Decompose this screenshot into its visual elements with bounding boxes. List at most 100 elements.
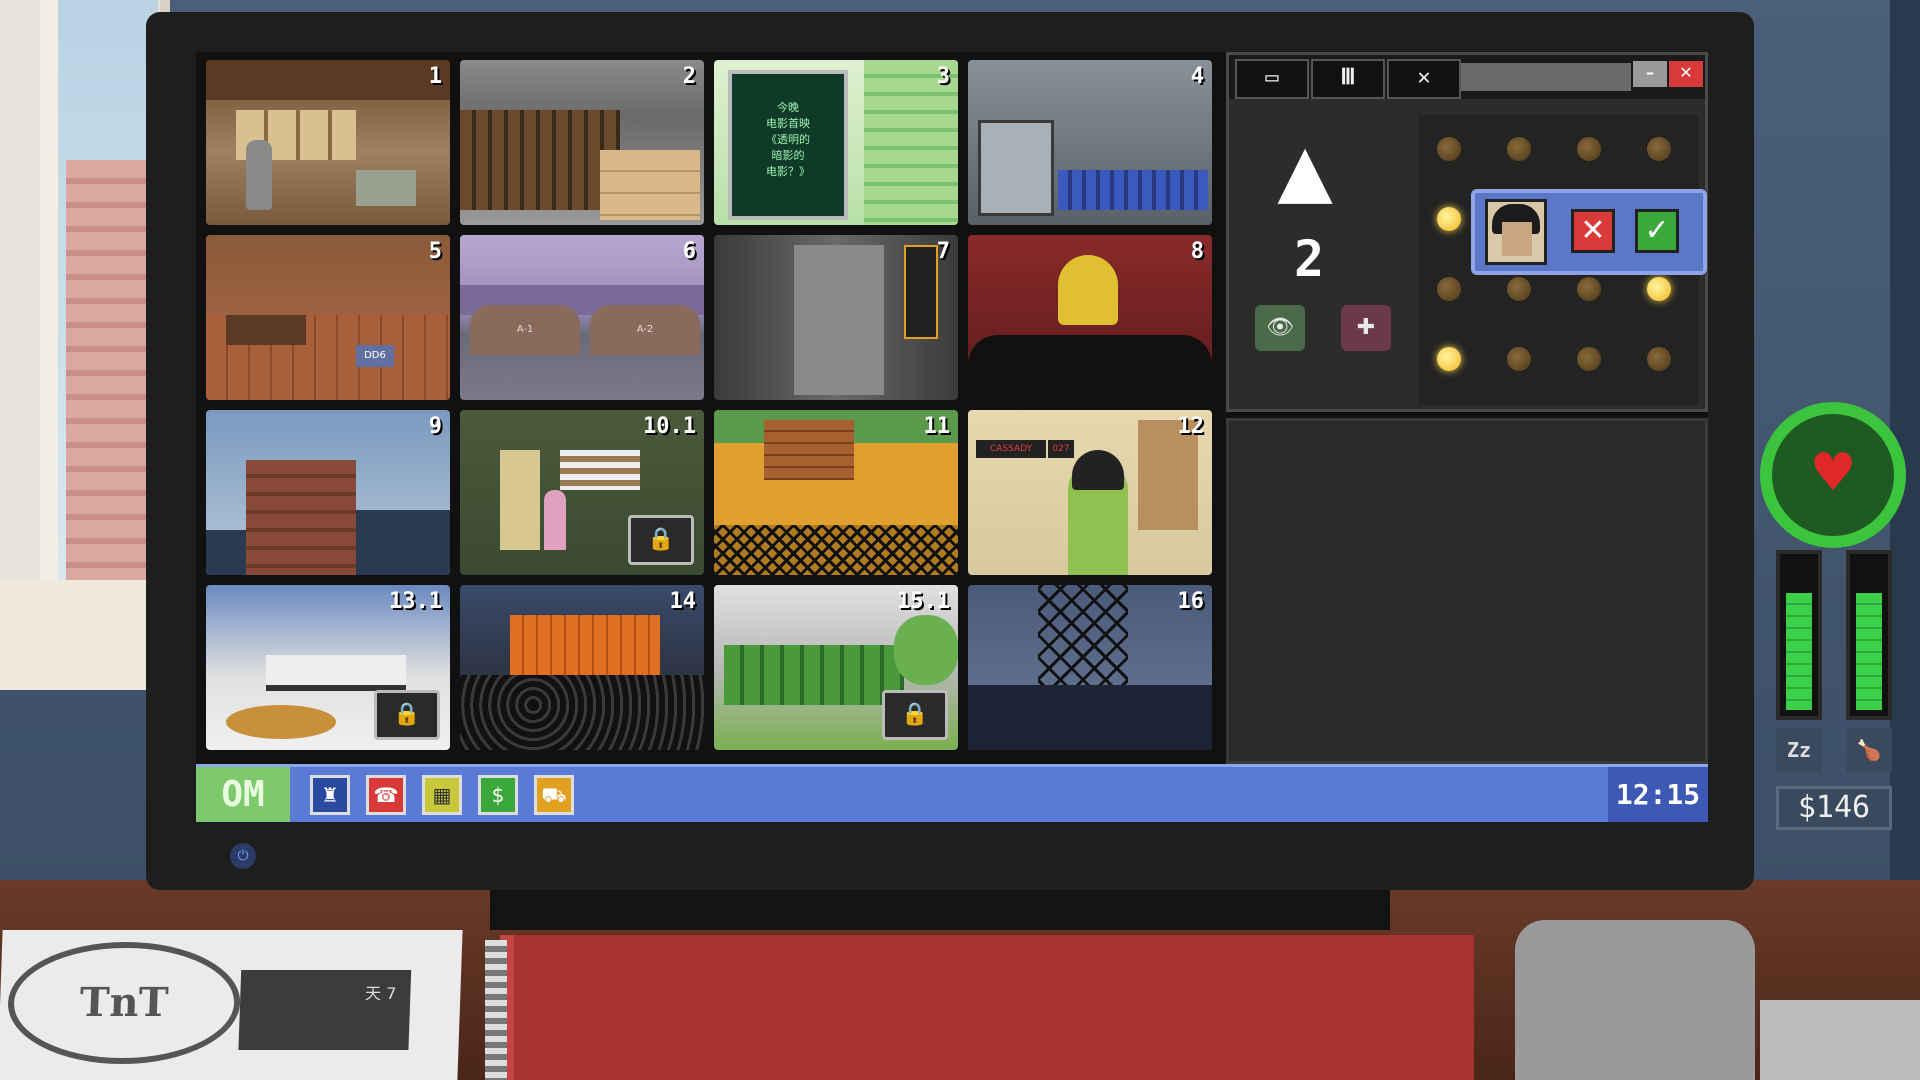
screen: 1 2 今晚 电影首映 《透明的 暗影的 电影？》 3 4 DD6 5 A-1 … bbox=[196, 52, 1708, 822]
camera-14[interactable]: 14 bbox=[460, 585, 704, 750]
food-bar bbox=[1846, 550, 1892, 720]
camera-number: 9 bbox=[428, 414, 442, 439]
brick-building bbox=[246, 460, 356, 575]
camera-9[interactable]: 9 bbox=[206, 410, 450, 575]
office-desk bbox=[226, 315, 306, 345]
telephone[interactable] bbox=[1515, 920, 1755, 1080]
camera-number: 5 bbox=[428, 239, 442, 264]
start-button[interactable]: OM bbox=[196, 767, 290, 822]
room-window bbox=[0, 0, 170, 690]
minimize-button[interactable]: – bbox=[1633, 61, 1667, 87]
member-slot bbox=[1577, 277, 1601, 301]
power-button-icon[interactable]: ⏻ bbox=[230, 843, 256, 869]
shop-app-icon[interactable]: ⛟ bbox=[534, 775, 574, 815]
old-woman bbox=[544, 490, 566, 550]
camera-7[interactable]: 7 bbox=[714, 235, 958, 400]
camera-4[interactable]: 4 bbox=[968, 60, 1212, 225]
eye-button[interactable]: 👁 bbox=[1255, 305, 1305, 351]
notebook-spiral bbox=[485, 940, 507, 1080]
member-slot bbox=[1437, 207, 1461, 231]
skyline bbox=[206, 530, 246, 575]
shelf bbox=[560, 450, 640, 490]
camera-number: 1 bbox=[428, 64, 442, 89]
camera-16[interactable]: 16 bbox=[968, 585, 1212, 750]
money-display: $146 bbox=[1776, 786, 1892, 830]
clock: 12:15 bbox=[1608, 767, 1708, 822]
camera-10-1[interactable]: 🔒 10.1 bbox=[460, 410, 704, 575]
camera-number: 8 bbox=[1190, 239, 1204, 264]
camera-number: 16 bbox=[1177, 589, 1205, 614]
newspaper[interactable]: TnT 天 7 bbox=[0, 930, 463, 1080]
cult-panel: ▭ Ⅲ ✕ – ✕ ▲ 2 👁 ✚ ✕ ✓ bbox=[1226, 52, 1708, 412]
sign-box: DD6 bbox=[356, 345, 394, 367]
warehouse-shelves bbox=[460, 110, 620, 210]
camera-number: 11 bbox=[923, 414, 951, 439]
sleep-bar-fill bbox=[1786, 593, 1812, 710]
camera-3[interactable]: 今晚 电影首映 《透明的 暗影的 电影？》 3 bbox=[714, 60, 958, 225]
camera-6[interactable]: A-1 A-2 6 bbox=[460, 235, 704, 400]
camera-number: 13.1 bbox=[389, 589, 442, 614]
sign-line: 今晚 bbox=[777, 101, 799, 114]
money-app-icon[interactable]: $ bbox=[478, 775, 518, 815]
calendar-app-icon[interactable]: ▦ bbox=[422, 775, 462, 815]
kitchen-counter bbox=[266, 655, 406, 691]
conveyor-belt bbox=[1058, 170, 1208, 210]
camera-8[interactable]: 8 bbox=[968, 235, 1212, 400]
member-slot bbox=[1577, 137, 1601, 161]
camera-number: 2 bbox=[682, 64, 696, 89]
accept-button[interactable]: ✓ bbox=[1635, 209, 1679, 253]
plant-beds bbox=[724, 645, 904, 705]
sleep-bar bbox=[1776, 550, 1822, 720]
add-button[interactable]: ✚ bbox=[1341, 305, 1391, 351]
lock-icon: 🔒 bbox=[882, 690, 948, 740]
camera-15-1[interactable]: 🔒 15.1 bbox=[714, 585, 958, 750]
attic-roof bbox=[206, 60, 450, 100]
portrait-face bbox=[1502, 222, 1532, 256]
lab-machine bbox=[978, 120, 1054, 216]
member-slot bbox=[1577, 347, 1601, 371]
member-slot bbox=[1507, 277, 1531, 301]
tab-close-icon[interactable]: ✕ bbox=[1387, 59, 1461, 99]
operator-hair bbox=[1072, 450, 1124, 490]
member-slot bbox=[1647, 137, 1671, 161]
wooden-barn bbox=[764, 420, 854, 480]
cult-member-count: 2 bbox=[1293, 230, 1325, 288]
giant-plant bbox=[894, 615, 958, 685]
elevator-panel bbox=[904, 245, 938, 339]
cinema-sign: 今晚 电影首映 《透明的 暗影的 电影？》 bbox=[728, 70, 848, 220]
member-slot bbox=[1507, 137, 1531, 161]
tab-bar: ▭ Ⅲ ✕ – ✕ bbox=[1229, 55, 1705, 99]
close-button[interactable]: ✕ bbox=[1669, 61, 1703, 87]
camera-1[interactable]: 1 bbox=[206, 60, 450, 225]
phone-app-icon[interactable]: ☎ bbox=[366, 775, 406, 815]
elevator-shaft bbox=[794, 245, 884, 395]
desk-item bbox=[356, 170, 416, 206]
camera-11[interactable]: 11 bbox=[714, 410, 958, 575]
cult-app-icon[interactable]: ♜ bbox=[310, 775, 350, 815]
pharaoh-statue bbox=[1058, 255, 1118, 325]
skyline bbox=[356, 510, 450, 575]
member-slot bbox=[1437, 347, 1461, 371]
camera-number: 14 bbox=[669, 589, 697, 614]
sign-line: 电影？》 bbox=[766, 165, 810, 178]
telephone-base bbox=[1760, 1000, 1920, 1080]
member-slot bbox=[1507, 347, 1531, 371]
camera-12[interactable]: CASSADY 027 12 bbox=[968, 410, 1212, 575]
camera-13-1[interactable]: 🔒 13.1 bbox=[206, 585, 450, 750]
window-sill bbox=[0, 580, 170, 690]
lock-icon: 🔒 bbox=[374, 690, 440, 740]
tire-pile bbox=[460, 675, 704, 750]
tab-camera[interactable]: ▭ bbox=[1235, 59, 1309, 99]
camera-2[interactable]: 2 bbox=[460, 60, 704, 225]
camera-number: 4 bbox=[1190, 64, 1204, 89]
join-request: ✕ ✓ bbox=[1471, 189, 1707, 275]
camera-number: 6 bbox=[682, 239, 696, 264]
food-bar-fill bbox=[1856, 593, 1882, 710]
reject-button[interactable]: ✕ bbox=[1571, 209, 1615, 253]
camera-5[interactable]: DD6 5 bbox=[206, 235, 450, 400]
cardboard-boxes bbox=[600, 150, 700, 220]
hangar-a2: A-2 bbox=[590, 305, 700, 355]
red-notebook bbox=[500, 935, 1474, 1080]
tab-cult[interactable]: Ⅲ bbox=[1311, 59, 1385, 99]
camera-number: 12 bbox=[1177, 414, 1205, 439]
